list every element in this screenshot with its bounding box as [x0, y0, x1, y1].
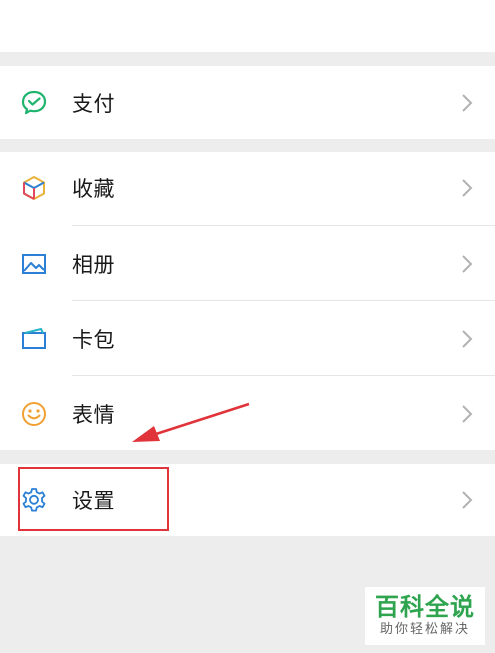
watermark-title: 百科全说: [375, 593, 475, 621]
annotation-arrow: [132, 402, 250, 442]
watermark-subtitle: 助你轻松解决: [379, 622, 470, 637]
watermark-logo: 百科全说 助你轻松解决: [365, 587, 485, 645]
